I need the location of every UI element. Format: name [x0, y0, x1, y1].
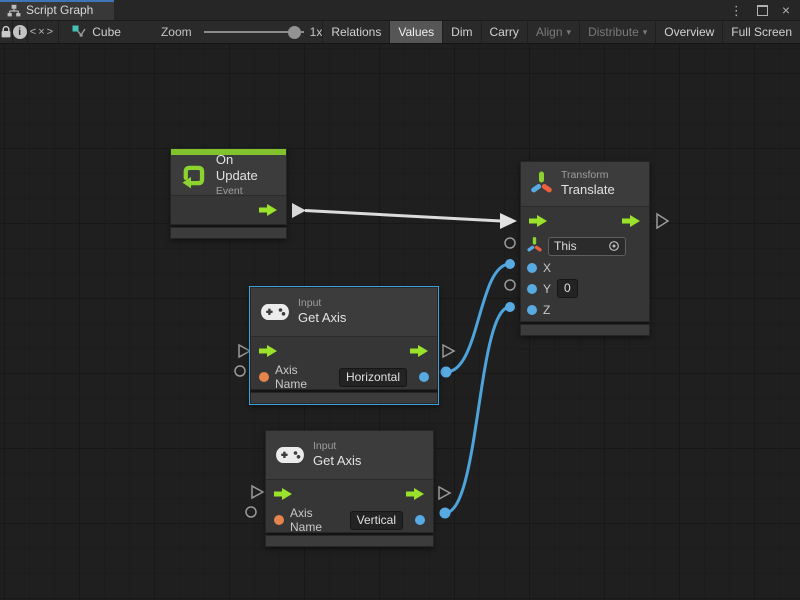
carry-button[interactable]: Carry	[481, 21, 527, 43]
target-object-field[interactable]: This	[548, 237, 626, 256]
relations-button[interactable]: Relations	[322, 21, 389, 43]
node-category: Input	[298, 297, 346, 310]
node-title: Get Axis	[313, 453, 361, 469]
port-label-y: Y	[543, 282, 551, 296]
flow-input-port[interactable]	[529, 215, 548, 227]
node-title: On Update	[216, 152, 276, 185]
zoom-slider-handle[interactable]	[288, 26, 301, 39]
axis-name-field[interactable]: Horizontal	[339, 368, 407, 387]
code-view-button[interactable]: <×>	[27, 21, 58, 43]
flow-output-port[interactable]	[410, 345, 429, 357]
port-label-x: X	[543, 261, 551, 275]
close-icon[interactable]: ×	[782, 3, 790, 17]
node-footer	[170, 227, 287, 239]
port-label-z: Z	[543, 303, 550, 317]
tab-script-graph[interactable]: Script Graph	[0, 0, 114, 20]
node-get-axis-horizontal[interactable]: Input Get Axis Axis Name Horizontal	[250, 287, 438, 404]
flow-output-port[interactable]	[259, 204, 278, 216]
object-picker-icon[interactable]	[608, 240, 620, 252]
flow-output-port[interactable]	[622, 215, 641, 227]
zoom-control: Zoom 1x	[161, 25, 322, 39]
align-dropdown[interactable]: Align▾	[527, 21, 579, 43]
chevron-down-icon: ▾	[643, 27, 648, 38]
window-controls: ⋮ ×	[730, 0, 800, 20]
graph-icon	[72, 25, 86, 39]
value-port-axis-name[interactable]	[274, 515, 284, 525]
inspect-button[interactable]: i	[13, 21, 27, 43]
gamepad-icon	[261, 303, 289, 321]
lock-button[interactable]	[0, 21, 12, 43]
lock-icon	[0, 25, 12, 39]
node-on-update[interactable]: On Update Event	[170, 148, 287, 239]
chevron-down-icon: ▾	[567, 27, 572, 38]
code-icon: <×>	[30, 26, 55, 38]
info-icon: i	[13, 25, 27, 39]
gamepad-icon	[276, 446, 304, 464]
value-port-z[interactable]	[527, 305, 537, 315]
node-title: Get Axis	[298, 310, 346, 326]
result-port[interactable]	[419, 372, 429, 382]
node-footer	[520, 324, 650, 336]
node-category: Transform	[561, 169, 615, 182]
graph-breadcrumb[interactable]: Cube	[58, 25, 135, 39]
node-translate[interactable]: Transform Translate This	[520, 161, 650, 336]
param-label: Axis Name	[290, 506, 344, 534]
value-port-axis-name[interactable]	[259, 372, 269, 382]
node-footer	[265, 535, 434, 547]
graph-hierarchy-icon	[7, 4, 21, 17]
tab-title: Script Graph	[26, 3, 93, 17]
transform-icon	[531, 170, 552, 199]
fullscreen-button[interactable]: Full Screen	[722, 21, 800, 43]
dim-button[interactable]: Dim	[442, 21, 480, 43]
zoom-slider[interactable]	[204, 25, 304, 39]
value-port-y[interactable]	[527, 284, 537, 294]
result-port[interactable]	[415, 515, 425, 525]
param-label: Axis Name	[275, 363, 333, 391]
flow-input-port[interactable]	[259, 345, 278, 357]
overview-button[interactable]: Overview	[655, 21, 722, 43]
graph-toolbar: i <×> Cube Zoom 1x Relations Values Dim …	[0, 21, 800, 44]
maximize-icon[interactable]	[757, 5, 768, 16]
window-tab-bar: Script Graph ⋮ ×	[0, 0, 800, 21]
node-subtitle: Event	[216, 185, 276, 198]
node-get-axis-vertical[interactable]: Input Get Axis Axis Name Vertical	[265, 430, 434, 547]
y-value-field[interactable]: 0	[557, 279, 578, 298]
values-button[interactable]: Values	[389, 21, 442, 43]
node-category: Input	[313, 440, 361, 453]
flow-output-port[interactable]	[406, 488, 425, 500]
node-title: Translate	[561, 182, 615, 198]
value-port-x[interactable]	[527, 263, 537, 273]
toolbar-toggles: Relations Values Dim Carry Align▾ Distri…	[322, 21, 800, 43]
transform-mini-icon	[527, 236, 542, 256]
node-footer	[250, 392, 438, 404]
zoom-label: Zoom	[161, 25, 192, 39]
axis-name-field[interactable]: Vertical	[350, 511, 403, 530]
zoom-value: 1x	[310, 25, 323, 39]
target-value: This	[554, 239, 577, 254]
graph-name: Cube	[92, 25, 121, 39]
distribute-dropdown[interactable]: Distribute▾	[579, 21, 655, 43]
loop-event-icon	[181, 162, 207, 189]
flow-input-port[interactable]	[274, 488, 293, 500]
window-menu-icon[interactable]: ⋮	[730, 4, 743, 17]
